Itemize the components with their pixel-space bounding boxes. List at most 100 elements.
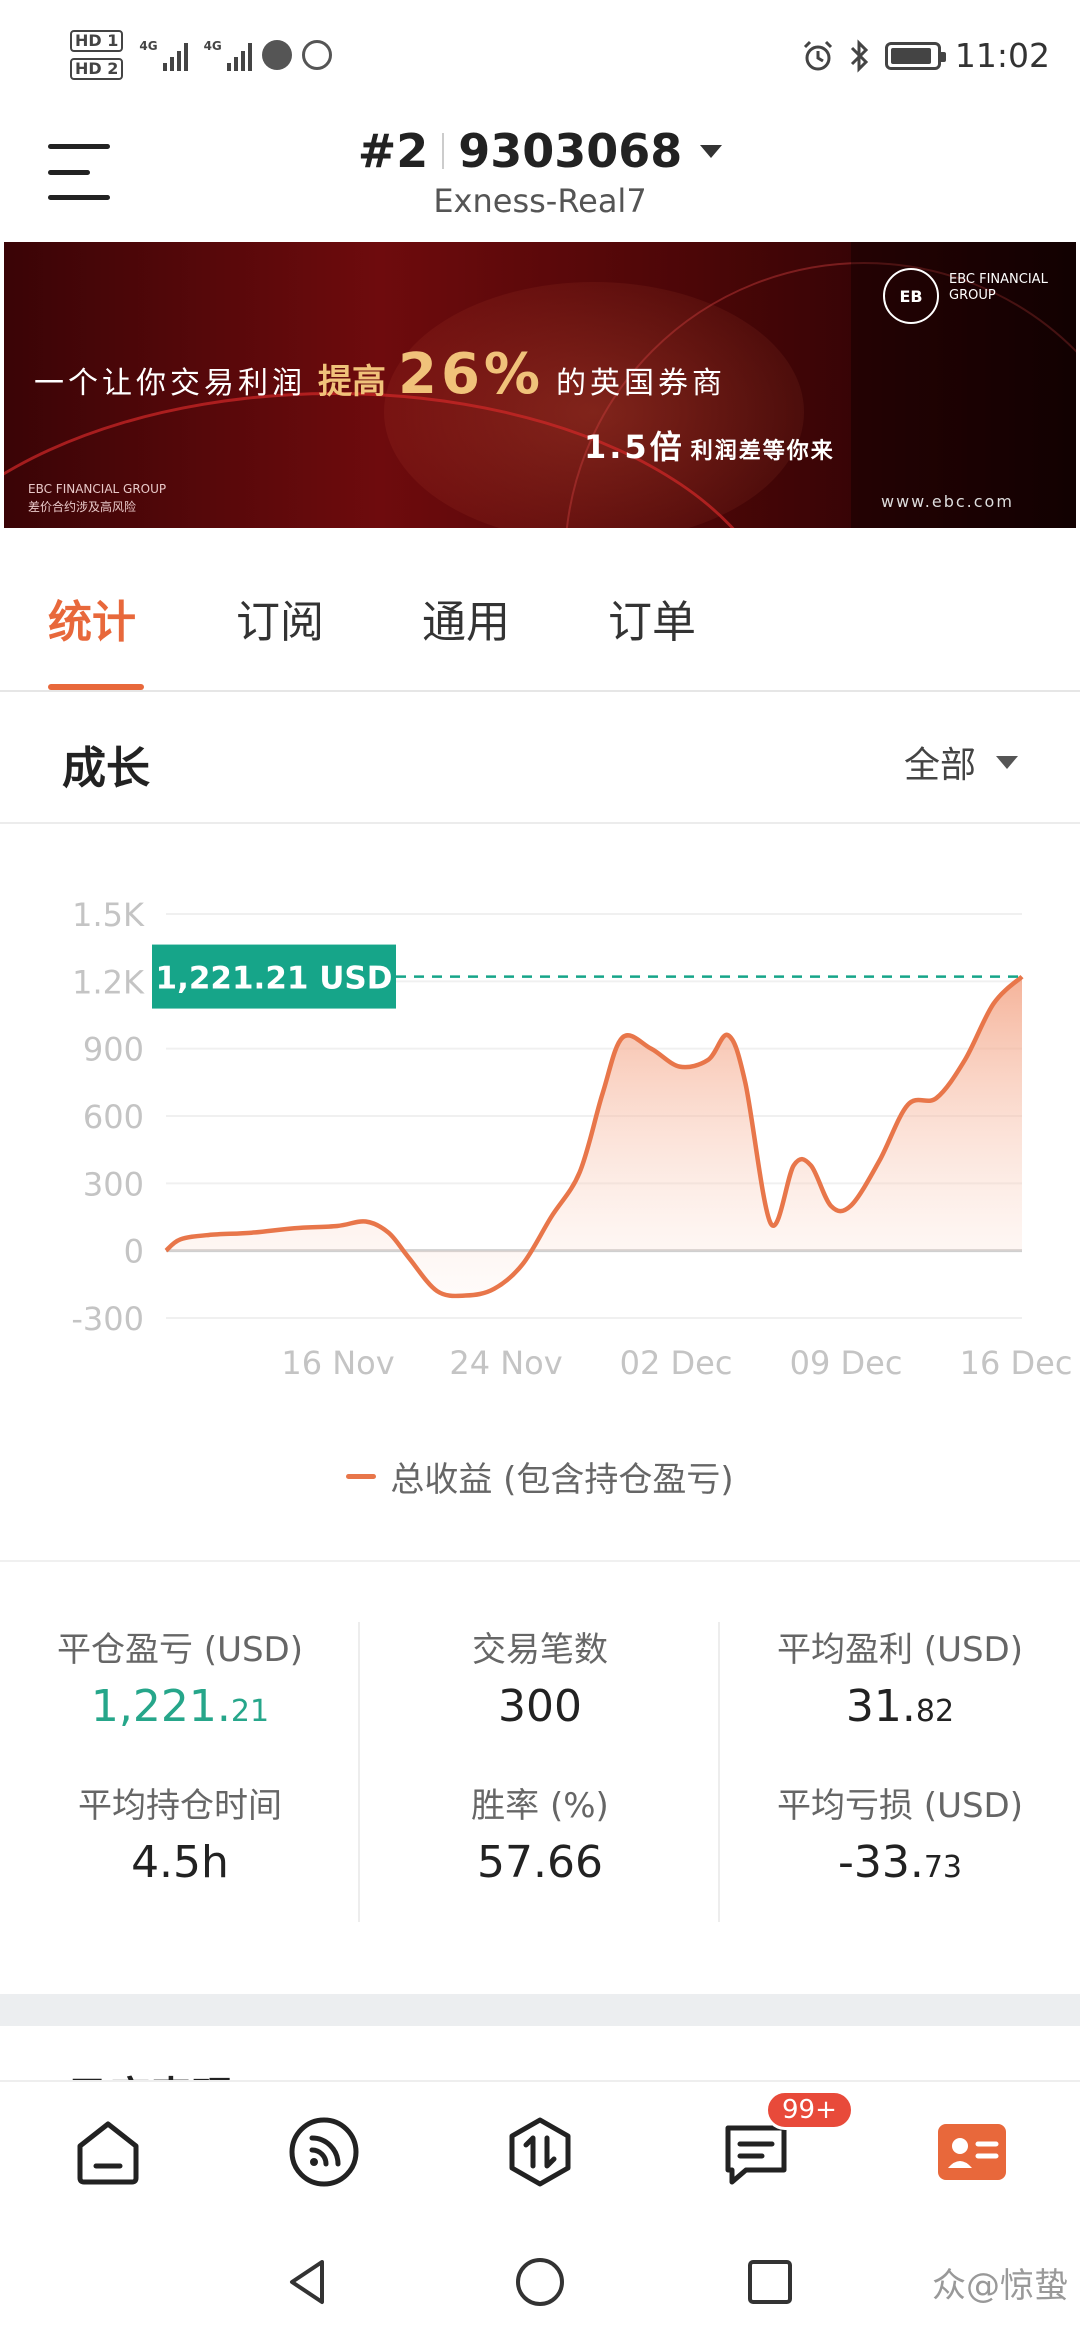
- stat-label: 平均持仓时间: [78, 1786, 282, 1826]
- promo-banner[interactable]: 一个让你交易利润 提高 26% 的英国券商 1.5倍 利润差等你来 EBC FI…: [4, 242, 1076, 528]
- tab-general[interactable]: 通用: [422, 586, 510, 650]
- banner-logo-text: EBC FINANCIAL GROUP: [949, 272, 1048, 303]
- alarm-icon: [803, 40, 832, 70]
- stat-item: 平均盈利 (USD) 31.82: [720, 1622, 1080, 1778]
- hand-icon: [301, 40, 332, 70]
- banner-brand-text: EBC FINANCIAL GROUP: [28, 482, 167, 496]
- stat-value-decimals: 73: [923, 1850, 963, 1885]
- stat-value: -33.73: [720, 1837, 1080, 1888]
- nav-signals[interactable]: [284, 2112, 364, 2192]
- profile-card-icon: [938, 2124, 1006, 2180]
- stat-item: 平均持仓时间 4.5h: [0, 1778, 360, 1934]
- banner-sub: 1.5倍 利润差等你来: [584, 422, 835, 468]
- x-tick-label: 16 Dec: [960, 1344, 1073, 1382]
- square-recents-icon: [748, 2260, 792, 2304]
- banner-brand-small: EBC FINANCIAL GROUP 差价合约涉及高风险: [28, 480, 166, 516]
- unread-badge: 99+: [765, 2090, 854, 2130]
- y-tick-label: 1.2K: [72, 963, 145, 1001]
- ebc-logo-icon: EB: [883, 268, 939, 324]
- banner-tagline: 一个让你交易利润 提高 26% 的英国券商: [34, 342, 726, 407]
- section-title: 成长: [62, 743, 150, 794]
- range-filter-dropdown[interactable]: 全部: [904, 736, 1018, 788]
- account-selector[interactable]: #2 9303068 Exness-Real7: [0, 124, 1080, 220]
- stat-label: 平仓盈亏 (USD): [57, 1630, 303, 1670]
- banner-tagline-c: 的英国券商: [556, 366, 727, 401]
- series-area: [166, 976, 1022, 1296]
- y-tick-label: -300: [71, 1300, 144, 1338]
- home-icon: [77, 2121, 139, 2185]
- stat-label: 平均盈利 (USD): [777, 1630, 1023, 1670]
- daily-performance-peek: 日度表现: [0, 2026, 1080, 2080]
- nav-home[interactable]: [68, 2112, 148, 2192]
- banner-tagline-pct: 26%: [398, 342, 545, 407]
- stat-value: 57.66: [360, 1837, 720, 1888]
- stat-value: 31.82: [720, 1681, 1080, 1732]
- banner-logo-box: EB EBC FINANCIAL GROUP www.ebc.com: [851, 242, 1076, 528]
- legend-swatch: [346, 1474, 377, 1479]
- recents-button[interactable]: [740, 2252, 800, 2312]
- stat-value-main: 57.66: [477, 1837, 603, 1888]
- x-tick-label: 02 Dec: [620, 1344, 733, 1382]
- stat-value: 4.5h: [0, 1837, 360, 1888]
- stat-value-main: -33.: [837, 1837, 924, 1888]
- y-tick-label: 0: [124, 1233, 144, 1271]
- banner-tagline-b: 提高: [318, 362, 386, 402]
- stat-value-main: 4.5h: [131, 1837, 229, 1888]
- tab-orders[interactable]: 订单: [608, 586, 696, 650]
- legend-label: 总收益 (包含持仓盈亏): [390, 1460, 734, 1500]
- chevron-down-icon: [700, 144, 723, 158]
- banner-sub-b: 利润差等你来: [690, 439, 835, 464]
- stats-column-1: 平仓盈亏 (USD) 1,221.21 平均持仓时间 4.5h: [0, 1622, 360, 1934]
- y-tick-label: 1.5K: [72, 896, 145, 934]
- stat-value: 1,221.21: [0, 1681, 360, 1732]
- stat-item: 交易笔数 300: [360, 1622, 720, 1778]
- bottom-nav: 99+: [0, 2080, 1080, 2222]
- stat-value-main: 300: [498, 1681, 582, 1732]
- bluetooth-icon: [850, 38, 869, 73]
- home-nav-button[interactable]: [510, 2252, 570, 2312]
- marker-label: 1,221.21 USD: [156, 961, 393, 997]
- stat-value-decimals: 82: [915, 1694, 955, 1729]
- tab-stats[interactable]: 统计: [48, 586, 136, 650]
- back-icon: [290, 2260, 324, 2304]
- y-tick-label: 300: [83, 1165, 144, 1203]
- clock: 11:02: [954, 36, 1050, 75]
- banner-sub-a: 1.5倍: [584, 428, 685, 466]
- stat-value-main: 1,221.: [90, 1681, 231, 1732]
- sim-indicators: HD 1 HD 2: [70, 30, 124, 80]
- stat-item: 胜率 (%) 57.66: [360, 1778, 720, 1934]
- range-filter-label: 全部: [903, 745, 976, 786]
- banner-risk-text: 差价合约涉及高风险: [28, 500, 137, 514]
- chevron-down-icon: [996, 755, 1018, 769]
- x-tick-label: 16 Nov: [281, 1344, 394, 1382]
- account-number: 9303068: [458, 124, 683, 178]
- tab-active-indicator: [48, 684, 144, 690]
- banner-tagline-a: 一个让你交易利润: [34, 366, 306, 401]
- banner-url: www.ebc.com: [881, 492, 1014, 511]
- x-tick-label: 09 Dec: [790, 1344, 903, 1382]
- status-right: 11:02: [801, 36, 1050, 75]
- status-bar: HD 1 HD 2 4G 4G 11:02: [0, 0, 1080, 118]
- growth-chart: 1.5K 1.2K 900 600 300 0 -300 16 Nov 24 Nov 02 Dec…: [0, 826, 1080, 1556]
- nav-trade[interactable]: [500, 2112, 580, 2192]
- network-type-1: 4G: [139, 39, 158, 53]
- stat-value-main: 31.: [845, 1681, 916, 1732]
- growth-chart-svg: 1.5K 1.2K 900 600 300 0 -300 16 Nov 24 Nov 02 Dec…: [71, 896, 1073, 1382]
- nav-profile[interactable]: [932, 2112, 1012, 2192]
- back-button[interactable]: [278, 2252, 338, 2312]
- account-prefix: #2: [357, 124, 429, 178]
- tab-subscribe[interactable]: 订阅: [236, 586, 324, 650]
- network-type-2: 4G: [203, 39, 222, 53]
- chart-legend: 总收益 (包含持仓盈亏): [0, 1452, 1080, 1501]
- stat-label: 胜率 (%): [471, 1786, 609, 1826]
- app-bar: #2 9303068 Exness-Real7: [0, 118, 1080, 242]
- message-icon: [261, 40, 292, 70]
- daily-performance-title: 日度表现: [66, 2064, 234, 2080]
- stat-label: 交易笔数: [472, 1630, 608, 1670]
- stat-label: 平均亏损 (USD): [777, 1786, 1023, 1826]
- trade-icon: [509, 2117, 571, 2187]
- signal-icon: 4G: [139, 39, 188, 71]
- account-separator: [442, 133, 445, 169]
- system-nav: 众@惊蛰: [0, 2222, 1080, 2340]
- stat-item: 平均亏损 (USD) -33.73: [720, 1778, 1080, 1934]
